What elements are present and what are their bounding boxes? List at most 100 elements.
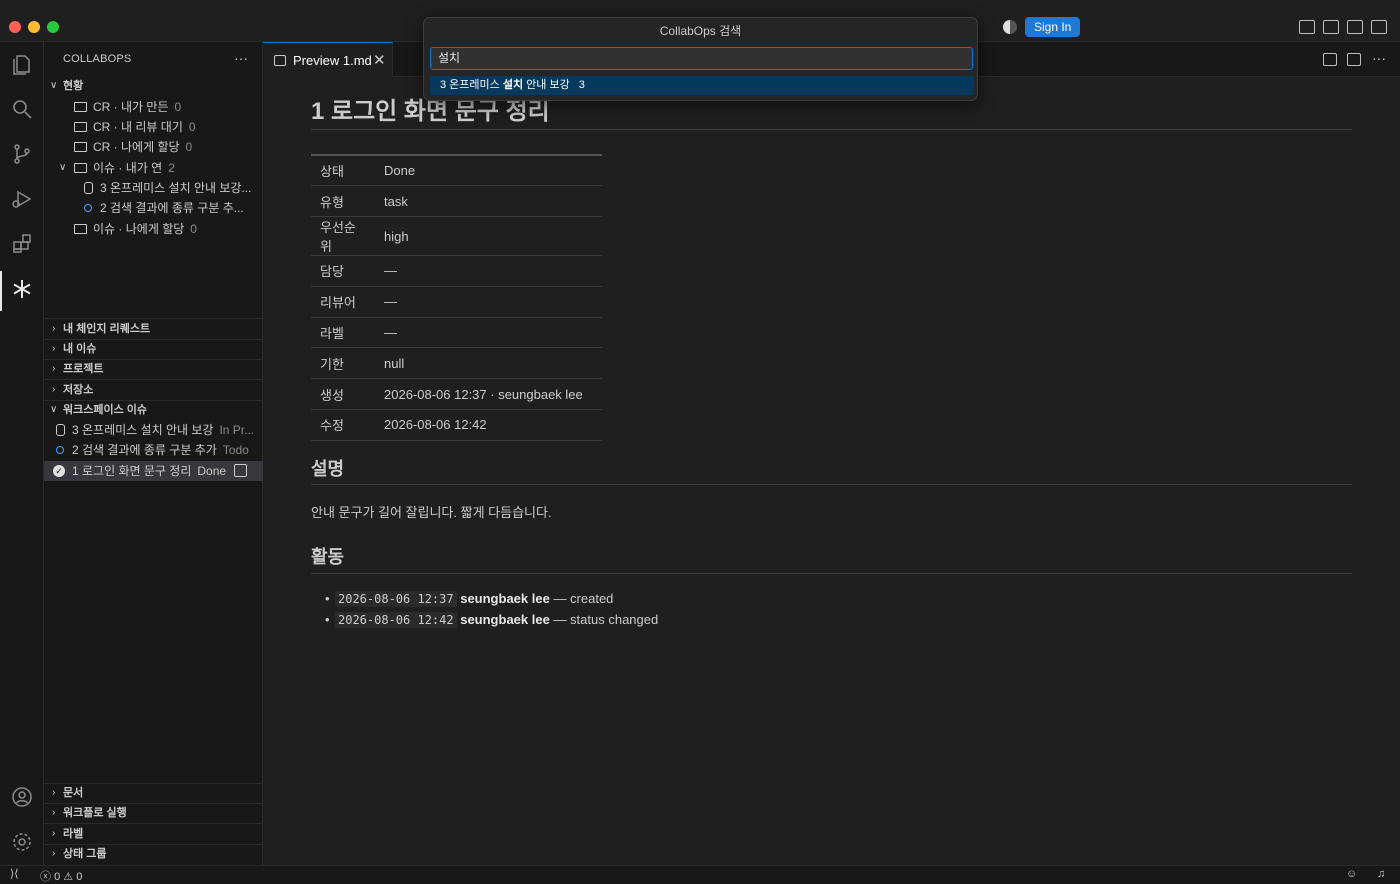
search-result-item[interactable]: 3 온프레미스 설치 안내 보강 3 — [430, 76, 974, 95]
issue-item-2[interactable]: 2 검색 결과에 종류 구분 추... — [44, 198, 263, 218]
section-status-groups[interactable]: › 상태 그룹 — [44, 844, 263, 864]
issue-item-3[interactable]: 3 온프레미스 설치 안내 보강... — [44, 178, 263, 198]
error-count: 0 — [54, 871, 61, 883]
status-bar: ⟩⟨ ⓧ 0 ⚠ 0 ☺ ♫ — [0, 865, 1400, 883]
maximize-window-button[interactable] — [47, 21, 59, 33]
search-input[interactable]: 설치 — [430, 47, 973, 70]
chevron-down-icon: ∨ — [50, 80, 58, 91]
editor-more-icon[interactable]: ··· — [1372, 50, 1386, 66]
section-projects[interactable]: › 프로젝트 — [44, 359, 263, 379]
more-actions-icon[interactable]: ··· — [234, 50, 248, 66]
section-workflow-runs[interactable]: › 워크플로 실행 — [44, 803, 263, 823]
activity-user: seungbaek lee — [460, 591, 550, 606]
description-heading: 설명 — [311, 459, 345, 479]
issue-label: 2 검색 결과에 종류 구분 추... — [100, 201, 244, 215]
remote-icon[interactable]: ⟩⟨ — [10, 867, 19, 880]
open-external-icon[interactable] — [234, 464, 247, 477]
collabops-icon[interactable] — [8, 275, 36, 303]
done-check-icon: ✓ — [53, 465, 65, 477]
folder-label: CR · 내가 만든 — [93, 100, 169, 114]
error-icon: ⓧ — [40, 871, 51, 883]
toggle-panel-icon[interactable] — [1347, 20, 1363, 34]
search-icon[interactable] — [8, 95, 36, 123]
folder-icon — [74, 122, 87, 132]
workspace-issue-3[interactable]: 3 온프레미스 설치 안내 보강 In Pr... — [44, 420, 263, 440]
run-debug-icon[interactable] — [8, 185, 36, 213]
section-documents[interactable]: › 문서 — [44, 783, 263, 803]
sign-in-button[interactable]: Sign In — [1025, 17, 1081, 37]
warning-count: 0 — [76, 871, 83, 883]
meta-key: 라벨 — [311, 317, 375, 349]
split-editor-icon[interactable] — [1347, 53, 1361, 66]
notifications-bell-icon[interactable]: ♫ — [1377, 868, 1385, 880]
copilot-icon[interactable] — [1003, 20, 1017, 34]
section-my-issues[interactable]: › 내 이슈 — [44, 339, 263, 359]
folder-icon — [74, 102, 87, 112]
section-status-label: 현황 — [63, 80, 84, 92]
close-window-button[interactable] — [9, 21, 21, 33]
meta-key: 우선순위 — [311, 216, 375, 257]
folder-count: 0 — [185, 140, 193, 154]
account-icon[interactable] — [8, 783, 36, 811]
result-highlight: 설치 — [502, 79, 524, 91]
minimize-window-button[interactable] — [28, 21, 40, 33]
close-tab-icon[interactable]: ✕ — [373, 51, 386, 69]
section-labels[interactable]: › 라벨 — [44, 824, 263, 844]
meta-value: — — [375, 286, 602, 318]
section-my-change-requests[interactable]: › 내 체인지 리퀘스트 — [44, 319, 263, 339]
result-count: 3 — [578, 79, 585, 91]
section-workspace-issues[interactable]: ∨ 워크스페이스 이슈 — [44, 400, 263, 420]
workspace-issue-1[interactable]: ✓ 1 로그인 화면 문구 정리 Done — [44, 461, 263, 481]
section-repositories[interactable]: › 저장소 — [44, 380, 263, 400]
folder-cr-review[interactable]: CR · 내 리뷰 대기 0 — [44, 117, 263, 137]
table-row: 담당 — — [311, 255, 602, 287]
explorer-icon[interactable] — [8, 51, 36, 79]
section-status[interactable]: ∨ 현황 — [44, 76, 263, 96]
toggle-primary-sidebar-icon[interactable] — [1323, 20, 1339, 34]
activity-action: — created — [549, 591, 614, 606]
folder-count: 2 — [168, 161, 175, 175]
chevron-right-icon: › — [52, 363, 56, 374]
meta-value: null — [375, 347, 602, 380]
in-progress-icon — [56, 424, 65, 436]
folder-cr-assigned[interactable]: CR · 나에게 할당 0 — [44, 137, 263, 157]
copilot-status-icon[interactable]: ☺ — [1346, 868, 1357, 880]
extensions-icon[interactable] — [8, 230, 36, 258]
divider — [311, 484, 1352, 485]
issue-status: In Pr... — [219, 423, 255, 437]
section-label: 상태 그룹 — [63, 848, 107, 860]
customize-layout-icon[interactable] — [1299, 20, 1315, 34]
problems-indicator[interactable]: ⓧ 0 ⚠ 0 — [40, 868, 82, 884]
open-source-icon[interactable] — [1323, 53, 1337, 66]
tab-preview[interactable]: Preview 1.md ✕ — [263, 42, 393, 77]
meta-value: — — [375, 255, 602, 287]
activity-time: 2026-08-06 12:37 — [335, 591, 457, 607]
meta-key: 유형 — [311, 185, 375, 218]
toggle-secondary-sidebar-icon[interactable] — [1371, 20, 1387, 34]
markdown-preview: 1 로그인 화면 문구 정리 상태 Done 유형 task 우선순위 high 담당… — [263, 77, 1400, 865]
folder-issues-opened[interactable]: ∨ 이슈 · 내가 연 2 — [44, 158, 263, 178]
table-row: 기한 null — [311, 347, 602, 380]
meta-value: high — [375, 216, 602, 257]
folder-label: 이슈 · 내가 연 — [93, 161, 163, 175]
divider — [311, 129, 1352, 130]
settings-gear-icon[interactable] — [8, 828, 36, 856]
table-row: 수정 2026-08-06 12:42 — [311, 409, 602, 441]
chevron-down-icon: ∨ — [59, 162, 67, 173]
table-row: 유형 task — [311, 185, 602, 218]
issue-label: 3 온프레미스 설치 안내 보강... — [100, 181, 252, 195]
section-label: 저장소 — [63, 384, 94, 396]
activity-time: 2026-08-06 12:42 — [335, 612, 457, 628]
warning-icon: ⚠ — [63, 871, 74, 883]
workspace-issue-2[interactable]: 2 검색 결과에 종류 구분 추가 Todo — [44, 440, 263, 460]
preview-icon — [274, 55, 286, 66]
meta-key: 리뷰어 — [311, 286, 375, 318]
issue-label: 2 검색 결과에 종류 구분 추가 — [72, 443, 217, 457]
source-control-icon[interactable] — [8, 140, 36, 168]
folder-issues-assigned[interactable]: 이슈 · 나에게 할당 0 — [44, 219, 263, 239]
folder-cr-created[interactable]: CR · 내가 만든 0 — [44, 97, 263, 117]
activity-heading: 활동 — [311, 547, 345, 567]
description-text: 안내 문구가 길어 잘립니다. 짧게 다듬습니다. — [311, 505, 552, 520]
chevron-right-icon: › — [52, 323, 56, 334]
chevron-right-icon: › — [52, 828, 56, 839]
